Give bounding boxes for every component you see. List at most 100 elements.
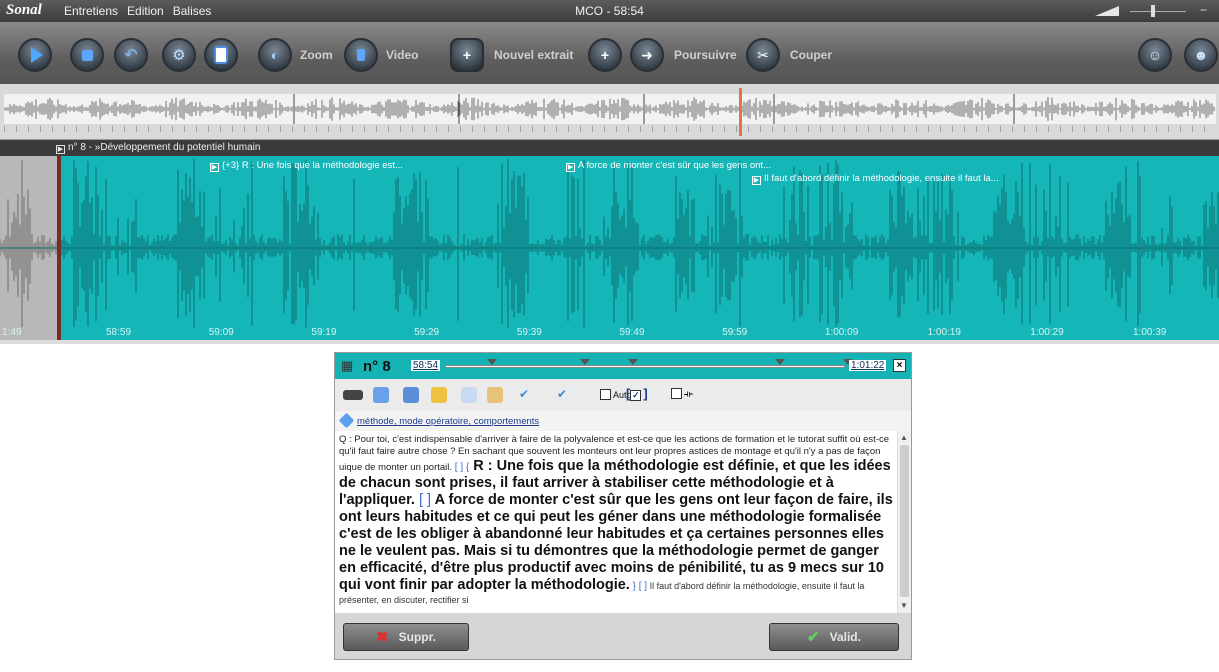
segment-play-icon[interactable]: ▶ [566,163,575,172]
episode-title: n° 8 - »Développement du potentiel humai… [68,142,261,153]
transcript-scrollbar[interactable]: ▲ ▼ [897,431,911,613]
play-episode-icon[interactable]: ▶ [56,145,65,154]
cut-button[interactable]: ✂ [746,38,780,72]
dialog-toolbar: ✔ ✔ Auto [✓] ⟛ [335,379,911,411]
extract-end-time[interactable]: 1:01:22 [849,360,887,371]
time-tick: 59:59 [722,327,748,338]
playhead[interactable] [57,156,61,340]
zoom-button[interactable]: ◐ [258,38,292,72]
time-tick: 59:49 [619,327,645,338]
copy-icon[interactable] [461,387,477,403]
auto-checkbox-box[interactable] [600,389,611,400]
extract-start-time[interactable]: 58:54 [411,360,441,371]
volume-slider-knob[interactable] [1151,5,1155,17]
segment-text: A force de monter c'est sûr que les gens… [578,160,771,171]
segment-label-2[interactable]: ▶ A force de monter c'est sûr que les gen… [566,160,771,172]
title-bar: Sonal Entretiens Edition Balises MCO - 5… [0,0,1219,22]
overview-waveform[interactable] [4,94,1216,124]
extract-timeline[interactable] [445,365,845,368]
waveform-footer [0,340,1219,344]
video-label: Video [386,48,419,62]
delete-icon: ✖ [376,629,389,646]
user-button[interactable]: ☻ [1184,38,1218,72]
stop-icon [81,49,93,61]
minimize-icon[interactable]: − [1200,3,1207,17]
split-checkbox[interactable] [671,388,682,399]
spellcheck-auto-icon[interactable]: ✔ [557,387,573,403]
segment-label-3[interactable]: ▶ Il faut d'abord définir la méthodologie… [752,173,999,185]
continue-label: Poursuivre [674,48,737,62]
dialog-header: ▦ n° 8 58:54 1:01:22 × [335,353,911,379]
waveform[interactable] [0,156,1219,340]
time-tick: 1:00:39 [1133,327,1167,338]
rewind-icon: ↶ [124,47,138,64]
transcript-editor[interactable]: Q : Pour toi, c'est indispensable d'arri… [335,431,911,613]
split-toggle-button[interactable]: ⟛ [671,388,693,400]
overview-timeline[interactable] [0,84,1219,140]
rewind-button[interactable]: ↶ [114,38,148,72]
settings-button[interactable]: ⚙ [162,38,196,72]
validate-button[interactable]: ✔ Valid. [769,623,899,651]
extract-number: n° 8 [363,358,391,375]
episode-bar: ▶ n° 8 - »Développement du potentiel huma… [0,140,1219,156]
marker-icon[interactable] [487,359,497,365]
delete-label: Suppr. [398,630,436,644]
time-tick: 59:29 [414,327,440,338]
time-tick: 1:49 [2,327,22,338]
new-extract-button[interactable]: + [450,38,484,72]
window-title: MCO - 58:54 [575,4,644,18]
scroll-up-icon[interactable]: ▲ [900,433,908,442]
add-icon[interactable] [403,387,419,403]
scrollbar-thumb[interactable] [900,445,909,597]
close-button[interactable]: × [893,359,906,372]
users-icon: ☺ [1147,47,1163,63]
paste-icon[interactable] [487,387,503,403]
zoom-icon: ◐ [270,47,280,63]
dialog-footer: ✖ Suppr. ✔ Valid. [335,613,911,659]
play-icon [30,47,43,63]
toolbar: ↶ ⚙ ◐ Zoom Video + Nouvel extrait + ➜ Po… [0,22,1219,84]
volume-slider[interactable] [1130,11,1186,12]
video-icon [357,49,365,61]
time-tick: 59:09 [208,327,234,338]
new-extract-label: Nouvel extrait [494,48,574,62]
add-extract-button[interactable]: + [588,38,622,72]
play-button[interactable] [18,38,52,72]
time-tick: 59:19 [311,327,337,338]
volume-icon[interactable] [1095,6,1119,16]
users-button[interactable]: ☺ [1138,38,1172,72]
favorite-icon[interactable] [431,387,447,403]
scroll-down-icon[interactable]: ▼ [900,601,908,610]
marker-icon[interactable] [628,359,638,365]
stop-button[interactable] [70,38,104,72]
tags-bar: méthode, mode opératoire, comportements [335,411,911,431]
waveform-panel[interactable]: ▶ {+3} R : Une fois que la méthodologie e… [0,156,1219,340]
segment-text: {+3} R : Une fois que la méthodologie es… [222,160,403,171]
time-tick: 59:39 [516,327,542,338]
segment-label-1[interactable]: ▶ {+3} R : Une fois que la méthodologie e… [210,160,403,172]
video-button[interactable] [344,38,378,72]
continue-button[interactable]: ➜ [630,38,664,72]
delete-button[interactable]: ✖ Suppr. [343,623,469,651]
tags-link[interactable]: méthode, mode opératoire, comportements [357,416,539,427]
transcript-text[interactable]: Q : Pour toi, c'est indispensable d'arri… [339,434,895,607]
marker-icon[interactable] [580,359,590,365]
marker-bracket[interactable]: } [ ] [630,581,647,592]
spellcheck-icon[interactable]: ✔ [519,387,535,403]
segment-play-icon[interactable]: ▶ [752,176,761,185]
link-icon[interactable] [373,387,389,403]
episode-label[interactable]: ▶ n° 8 - »Développement du potentiel huma… [56,142,260,154]
extract-dialog: ▦ n° 8 58:54 1:01:22 × ✔ ✔ Auto [✓] ⟛ mé… [334,352,912,660]
marker-toggle-button[interactable]: [✓] [626,386,648,401]
waveform-bars [0,158,1219,329]
overview-cursor[interactable] [739,88,742,136]
tag-list-icon[interactable]: ▦ [341,358,353,374]
new-extract-icon: + [462,47,472,63]
zoom-label: Zoom [300,48,333,62]
marker-bracket[interactable]: [ ] { [452,462,469,473]
segment-play-icon[interactable]: ▶ [210,163,219,172]
marker-bracket[interactable]: [ ] [415,492,431,508]
separator-icon[interactable] [343,390,363,400]
document-button[interactable] [204,38,238,72]
marker-icon[interactable] [775,359,785,365]
